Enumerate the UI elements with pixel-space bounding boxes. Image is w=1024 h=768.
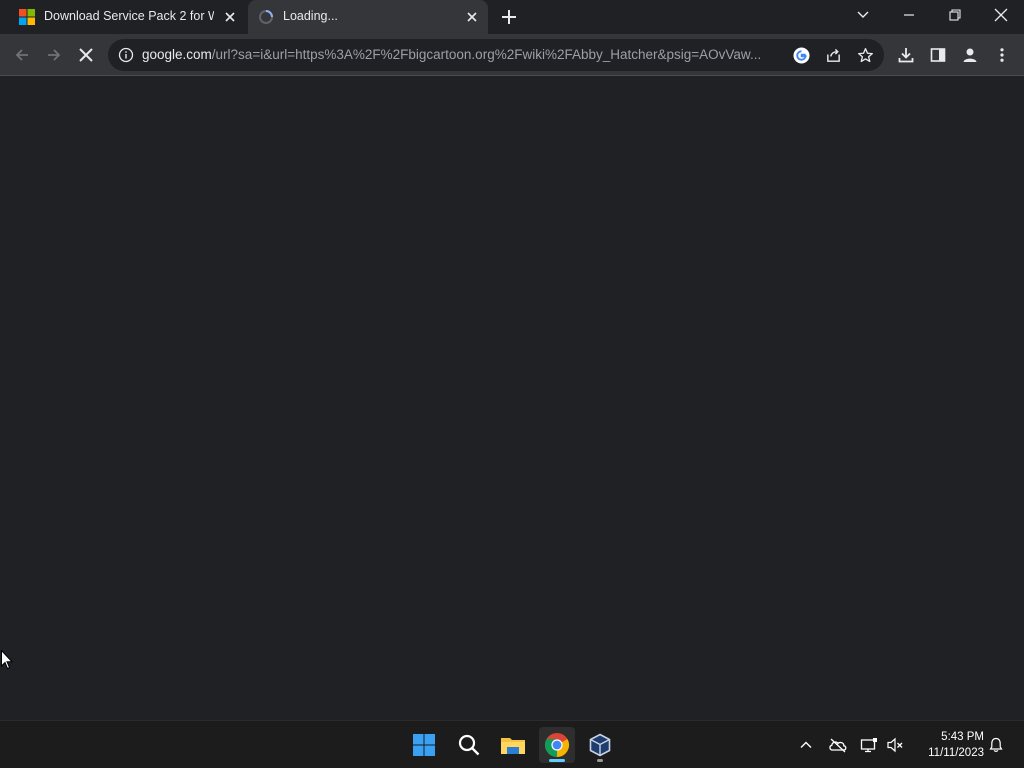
start-button[interactable] [406,727,442,763]
taskbar: 5:43 PM 11/11/2023 [0,720,1024,768]
restore-button[interactable] [941,4,969,26]
new-tab-icon[interactable] [499,7,519,27]
virtualbox-taskbar-button[interactable] [582,727,618,763]
mouse-cursor-icon [1,650,13,670]
chevron-down-icon [857,11,869,18]
notifications-button[interactable] [986,735,1006,755]
running-app-indicator [597,759,603,762]
bell-icon [989,737,1003,752]
clock-date: 11/11/2023 [928,747,984,759]
onedrive-tray-button[interactable] [828,735,848,755]
microsoft-logo-icon [19,9,35,25]
url-path: /url?sa=i&url=https%3A%2F%2Fbigcartoon.o… [211,47,762,62]
star-icon [857,47,873,62]
taskbar-search-button[interactable] [451,727,487,763]
page-content[interactable] [0,77,1024,720]
close-icon [994,8,1008,22]
tab-download-service-pack[interactable]: Download Service Pack 2 for Windows [8,0,246,34]
restore-icon [949,9,961,21]
virtualbox-icon [589,733,611,757]
back-button[interactable] [11,44,33,66]
tab-close-icon[interactable] [464,9,480,25]
tab-title: Loading... [283,9,338,23]
download-icon [898,48,914,63]
browser-toolbar: google.com/url?sa=i&url=https%3A%2F%2Fbi… [0,34,1024,76]
tab-title: Download Service Pack 2 for Windows [44,9,214,23]
more-vert-icon [1000,48,1004,62]
bookmark-button[interactable] [856,46,874,64]
search-icon [458,734,480,756]
google-g-icon [792,46,810,64]
clock-time: 5:43 PM [941,731,984,743]
network-icon [860,738,877,753]
file-explorer-button[interactable] [495,727,531,763]
forward-arrow-icon [48,49,61,61]
downloads-button[interactable] [895,44,917,66]
profile-avatar-icon [963,48,977,62]
share-button[interactable] [824,46,842,64]
active-app-indicator [549,759,565,762]
address-bar[interactable]: google.com/url?sa=i&url=https%3A%2F%2Fbi… [108,39,884,71]
stop-x-icon [79,48,93,62]
cloud-offline-icon [829,738,847,753]
loading-spinner-icon [259,10,273,24]
minimize-icon [904,14,914,16]
tab-loading[interactable]: Loading... [248,0,488,34]
tab-close-icon[interactable] [222,9,238,25]
show-hidden-icons-button[interactable] [796,735,816,755]
google-lens-button[interactable] [792,46,810,64]
tab-strip: Download Service Pack 2 for Windows Load… [0,0,1024,34]
chrome-taskbar-button[interactable] [539,727,575,763]
url-host: google.com [142,47,212,62]
share-icon [826,48,840,62]
chevron-up-icon [800,741,812,748]
url-text[interactable]: google.com/url?sa=i&url=https%3A%2F%2Fbi… [142,47,782,62]
network-tray-button[interactable] [859,735,879,755]
close-window-button[interactable] [987,4,1015,26]
chrome-icon [544,733,570,757]
taskbar-clock[interactable]: 5:43 PM 11/11/2023 [910,729,984,761]
side-panel-icon [930,48,946,62]
forward-button[interactable] [43,44,65,66]
screen: Download Service Pack 2 for Windows Load… [0,0,1024,768]
volume-tray-button[interactable] [885,735,905,755]
site-info-icon[interactable] [118,47,134,63]
start-icon [413,734,435,756]
tab-search-button[interactable] [849,4,877,26]
menu-button[interactable] [991,44,1013,66]
side-panel-button[interactable] [927,44,949,66]
speaker-muted-icon [887,737,903,753]
stop-loading-button[interactable] [75,44,97,66]
back-arrow-icon [15,49,28,61]
profile-button[interactable] [959,44,981,66]
file-explorer-icon [501,738,525,754]
minimize-button[interactable] [895,4,923,26]
